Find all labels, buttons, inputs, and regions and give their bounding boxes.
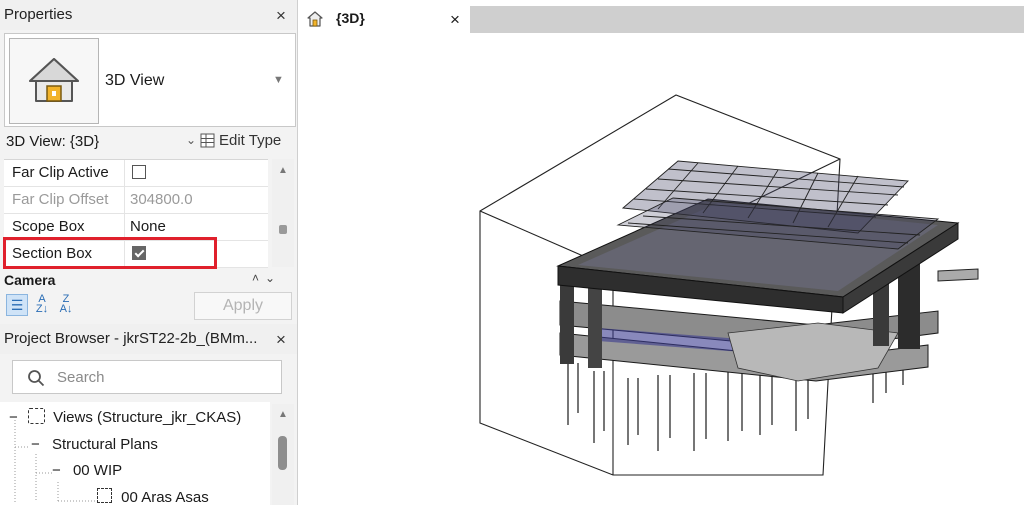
far-clip-offset-value: 304800.0: [130, 191, 193, 208]
tree-node-views[interactable]: − Views (Structure_jkr_CKAS): [9, 408, 241, 426]
instance-chevron-icon[interactable]: ⌄: [186, 133, 196, 147]
properties-close-icon[interactable]: ×: [276, 7, 286, 24]
edit-type-button[interactable]: Edit Type: [200, 132, 281, 149]
group-header-camera[interactable]: Camera ˄⌄: [0, 271, 297, 289]
tree-node-00-aras-asas[interactable]: 00 Aras Asas: [97, 488, 209, 506]
properties-palette: Properties × 3D View ▼ 3D View: {3D} ⌄ E…: [0, 0, 298, 322]
tree-label: 00 Aras Asas: [121, 489, 209, 506]
type-name: 3D View: [105, 72, 165, 89]
categorize-icon[interactable]: ☰: [6, 294, 28, 316]
search-placeholder: Search: [57, 369, 105, 386]
type-preview: [9, 38, 99, 124]
tab-close-icon[interactable]: ×: [450, 10, 460, 30]
apply-button[interactable]: Apply: [194, 292, 292, 320]
property-name: Scope Box: [12, 218, 85, 235]
scroll-up-icon[interactable]: ▲: [278, 165, 288, 176]
tree-label: Views (Structure_jkr_CKAS): [53, 409, 242, 426]
chevron-down-icon[interactable]: ▼: [273, 74, 284, 86]
browser-header: Project Browser - jkrST22-2b_(BMm... ×: [0, 324, 297, 354]
edit-type-label: Edit Type: [219, 132, 282, 149]
search-input[interactable]: Search: [12, 360, 282, 394]
tree-node-00-wip[interactable]: − 00 WIP: [52, 462, 122, 479]
scroll-up-icon[interactable]: ▲: [278, 409, 288, 420]
3d-model-view[interactable]: [298, 33, 1024, 505]
home-icon: [307, 11, 323, 27]
property-row-far-clip-offset: Far Clip Offset 304800.0: [4, 187, 268, 214]
scope-box-value[interactable]: None: [130, 218, 166, 235]
collapse-toggle[interactable]: −: [31, 436, 40, 453]
group-collapse-icon[interactable]: ˄⌄: [252, 271, 281, 285]
type-selector[interactable]: 3D View ▼: [4, 33, 296, 127]
collapse-toggle[interactable]: −: [52, 462, 61, 479]
collapse-toggle[interactable]: −: [9, 409, 18, 426]
project-browser: Project Browser - jkrST22-2b_(BMm... × S…: [0, 322, 298, 506]
sort-ascending-icon[interactable]: A Z↓: [32, 294, 52, 315]
browser-title: Project Browser - jkrST22-2b_(BMm...: [4, 330, 258, 347]
view-tab-bar: {3D} ×: [298, 6, 1024, 33]
tree-node-structural-plans[interactable]: − Structural Plans: [31, 436, 158, 453]
sort-descending-icon[interactable]: Z A↓: [56, 294, 76, 315]
far-clip-active-checkbox[interactable]: [132, 165, 146, 179]
property-row-far-clip-active: Far Clip Active: [4, 160, 268, 187]
properties-toolbar: ☰ A Z↓ Z A↓ Apply: [0, 290, 297, 322]
search-icon: [28, 370, 45, 387]
instance-selector[interactable]: 3D View: {3D} ⌄ Edit Type: [0, 129, 297, 155]
view-icon: [27, 408, 45, 424]
tab-title: {3D}: [336, 10, 365, 26]
tab-3d[interactable]: {3D} ×: [298, 6, 470, 33]
edit-type-icon: [200, 133, 215, 148]
browser-scrollbar[interactable]: ▲: [272, 404, 294, 505]
plan-view-icon: [97, 488, 112, 503]
scroll-thumb[interactable]: [279, 225, 287, 234]
tree-label: 00 WIP: [72, 462, 123, 479]
section-box-highlight: [3, 237, 217, 269]
browser-tree: − Views (Structure_jkr_CKAS) − Structura…: [0, 402, 270, 506]
properties-scrollbar[interactable]: ▲: [272, 159, 294, 267]
instance-label: 3D View: {3D}: [6, 133, 100, 150]
browser-close-icon[interactable]: ×: [276, 331, 286, 348]
properties-header: Properties ×: [0, 0, 297, 30]
scroll-thumb[interactable]: [278, 436, 287, 470]
property-name: Far Clip Offset: [12, 191, 109, 208]
group-label: Camera: [4, 272, 56, 288]
home-icon: [29, 58, 79, 102]
properties-title: Properties: [4, 6, 73, 23]
view-canvas[interactable]: [298, 33, 1024, 505]
property-name: Far Clip Active: [12, 164, 109, 181]
tree-label: Structural Plans: [51, 436, 158, 453]
